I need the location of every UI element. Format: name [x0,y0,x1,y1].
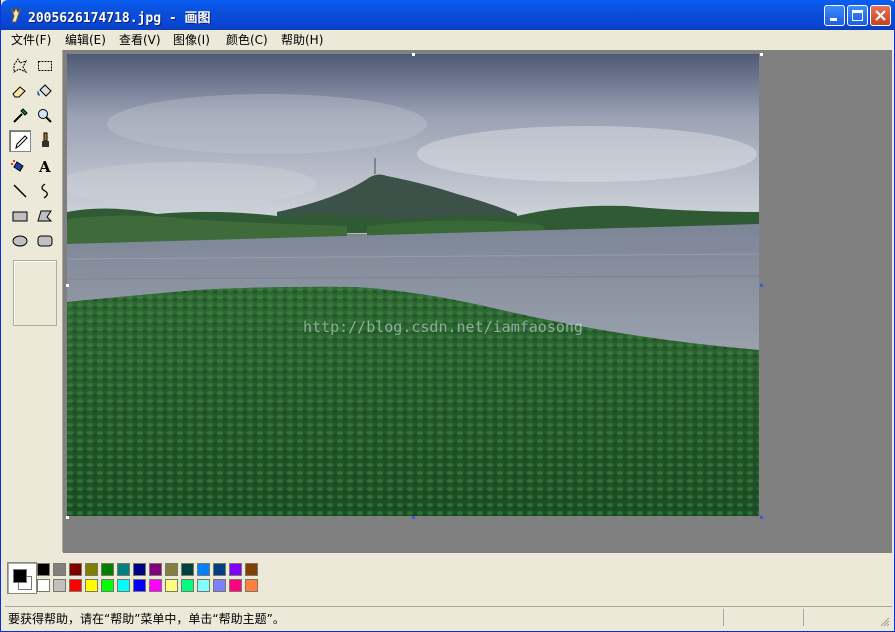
paint-window: 2005626174718.jpg - 画图 文件(F) 编辑(E) 查看(V)… [0,0,895,632]
palette-swatch[interactable] [85,563,98,576]
resize-grip-icon[interactable] [880,617,890,627]
palette-swatch[interactable] [197,563,210,576]
maximize-button[interactable] [847,5,868,26]
color-picker-icon [13,108,28,123]
menu-colors[interactable]: 颜色(C) [226,32,268,48]
palette-swatch[interactable] [117,579,130,592]
tool-rect-select[interactable] [34,55,56,77]
palette-swatch[interactable] [101,563,114,576]
tool-options-box[interactable] [13,260,57,326]
minimize-button[interactable] [824,5,845,26]
tool-line[interactable] [9,180,31,202]
palette-swatch[interactable] [133,579,146,592]
tool-polygon[interactable] [34,205,56,227]
resize-handle-top-right [760,53,763,56]
fill-bucket-icon [37,84,52,97]
menu-help[interactable]: 帮助(H) [281,32,323,48]
palette-swatch[interactable] [181,579,194,592]
tool-free-select[interactable] [9,55,31,77]
color-palette [5,554,892,604]
polygon-icon [37,210,53,222]
text-icon: A [38,158,51,175]
palette-swatch[interactable] [69,579,82,592]
eraser-icon [12,86,26,98]
palette-swatch[interactable] [149,563,162,576]
palette-swatch[interactable] [165,563,178,576]
tool-curve[interactable] [34,180,56,202]
toolbox: A [5,50,63,552]
tool-brush[interactable] [34,130,56,152]
resize-handle-left [66,284,69,287]
foreground-color [13,569,27,583]
tool-text[interactable]: A [34,155,56,177]
palette-swatch[interactable] [69,563,82,576]
minimize-icon [830,18,837,21]
menu-bar: 文件(F) 编辑(E) 查看(V) 图像(I) 颜色(C) 帮助(H) [5,30,892,49]
ellipse-icon [12,235,28,247]
canvas-workspace: http://blog.csdn.net/iamfaosong [63,50,892,553]
palette-swatch[interactable] [245,579,258,592]
current-colors[interactable] [7,562,37,594]
tool-airbrush[interactable] [9,155,31,177]
magnifier-icon [38,109,52,123]
rectangle-icon [12,211,28,222]
line-icon [13,184,27,198]
maximize-icon [852,10,863,21]
svg-text:A: A [38,158,51,175]
tool-ellipse[interactable] [9,230,31,252]
brush-icon [42,132,49,147]
palette-swatch[interactable] [37,563,50,576]
palette-swatch[interactable] [101,579,114,592]
palette-swatch[interactable] [117,563,130,576]
palette-swatch[interactable] [133,563,146,576]
palette-swatch[interactable] [197,579,210,592]
palette-swatch[interactable] [149,579,162,592]
palette-swatch[interactable] [213,563,226,576]
palette-swatch[interactable] [181,563,194,576]
palette-swatch[interactable] [165,579,178,592]
free-select-icon [13,58,28,74]
tool-color-picker[interactable] [9,105,31,127]
airbrush-icon [11,160,24,172]
resize-handle-right[interactable] [760,284,763,287]
resize-handle-top [412,53,415,56]
palette-swatch[interactable] [229,579,242,592]
rounded-rect-icon [37,235,53,247]
status-bar: 要获得帮助，请在“帮助”菜单中，单击“帮助主题”。 [5,606,892,629]
palette-swatch[interactable] [53,563,66,576]
rect-select-icon [38,61,52,71]
watermark-text: http://blog.csdn.net/iamfaosong [303,318,583,336]
menu-image[interactable]: 图像(I) [173,32,210,48]
tool-pencil[interactable] [9,130,31,152]
tool-eraser[interactable] [9,80,31,102]
menu-edit[interactable]: 编辑(E) [65,32,106,48]
paint-app-icon [10,7,22,23]
curve-icon [41,183,48,199]
palette-swatch[interactable] [85,579,98,592]
palette-swatch[interactable] [245,563,258,576]
tool-fill[interactable] [34,80,56,102]
status-text: 要获得帮助，请在“帮助”菜单中，单击“帮助主题”。 [8,612,285,626]
resize-handle-bottom-left [66,516,69,519]
close-button[interactable] [870,5,891,26]
resize-handle-bottom[interactable] [412,516,415,519]
palette-swatch[interactable] [37,579,50,592]
palette-swatch[interactable] [213,579,226,592]
status-coordinates [723,609,804,626]
tool-rectangle[interactable] [9,205,31,227]
menu-file[interactable]: 文件(F) [11,32,51,48]
menu-view[interactable]: 查看(V) [119,32,161,48]
window-title: 2005626174718.jpg - 画图 [28,11,211,26]
close-icon [875,10,886,21]
title-bar[interactable]: 2005626174718.jpg - 画图 [1,0,895,30]
palette-swatch[interactable] [229,563,242,576]
resize-handle-corner[interactable] [760,516,763,519]
status-size [803,609,874,626]
landscape-photo: http://blog.csdn.net/iamfaosong [67,54,759,516]
palette-swatch[interactable] [53,579,66,592]
image-canvas[interactable]: http://blog.csdn.net/iamfaosong [67,54,759,516]
pencil-icon [15,135,28,150]
tool-rounded-rect[interactable] [34,230,56,252]
tool-magnifier[interactable] [34,105,56,127]
